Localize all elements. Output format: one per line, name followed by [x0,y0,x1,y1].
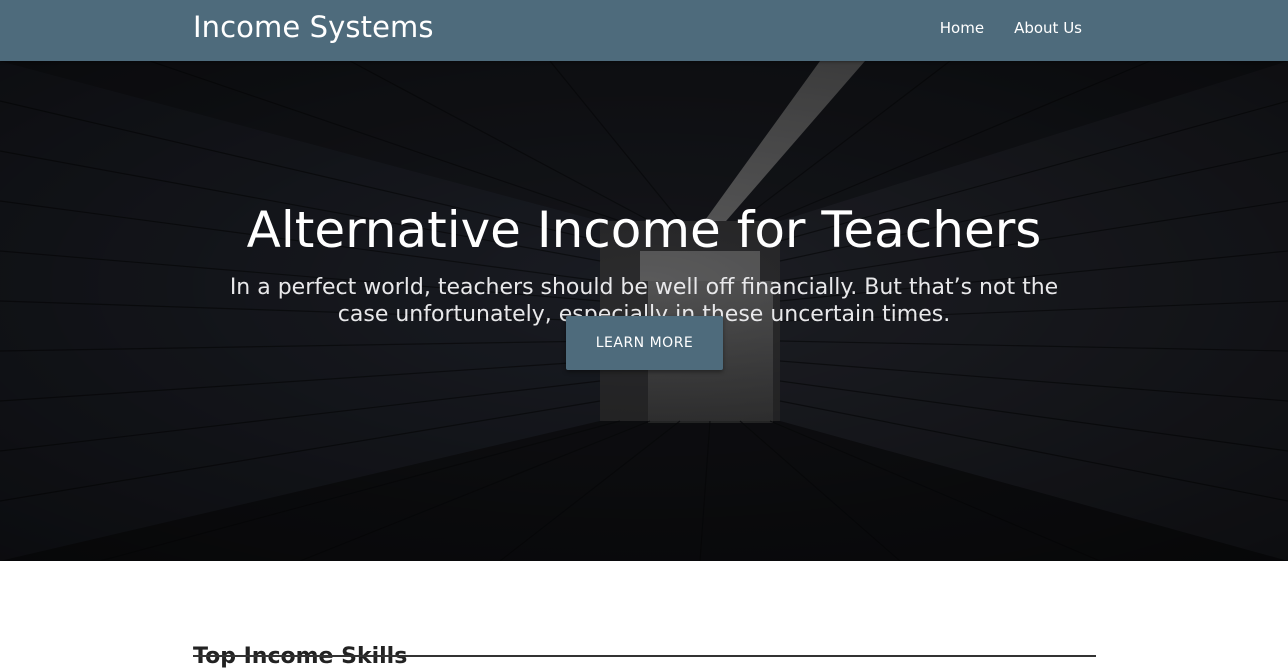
navbar: Income Systems Home About Us [0,0,1288,61]
brand-logo-link[interactable]: Income Systems [193,10,434,44]
learn-more-button[interactable]: LEARN MORE [566,316,723,370]
section-divider [193,655,1096,657]
hero-section: Alternative Income for Teachers In a per… [0,61,1288,561]
hero-title: Alternative Income for Teachers [246,200,1042,259]
nav-link-about-us[interactable]: About Us [1014,19,1082,37]
nav-menu: Home About Us [940,19,1082,37]
nav-link-home[interactable]: Home [940,19,984,37]
